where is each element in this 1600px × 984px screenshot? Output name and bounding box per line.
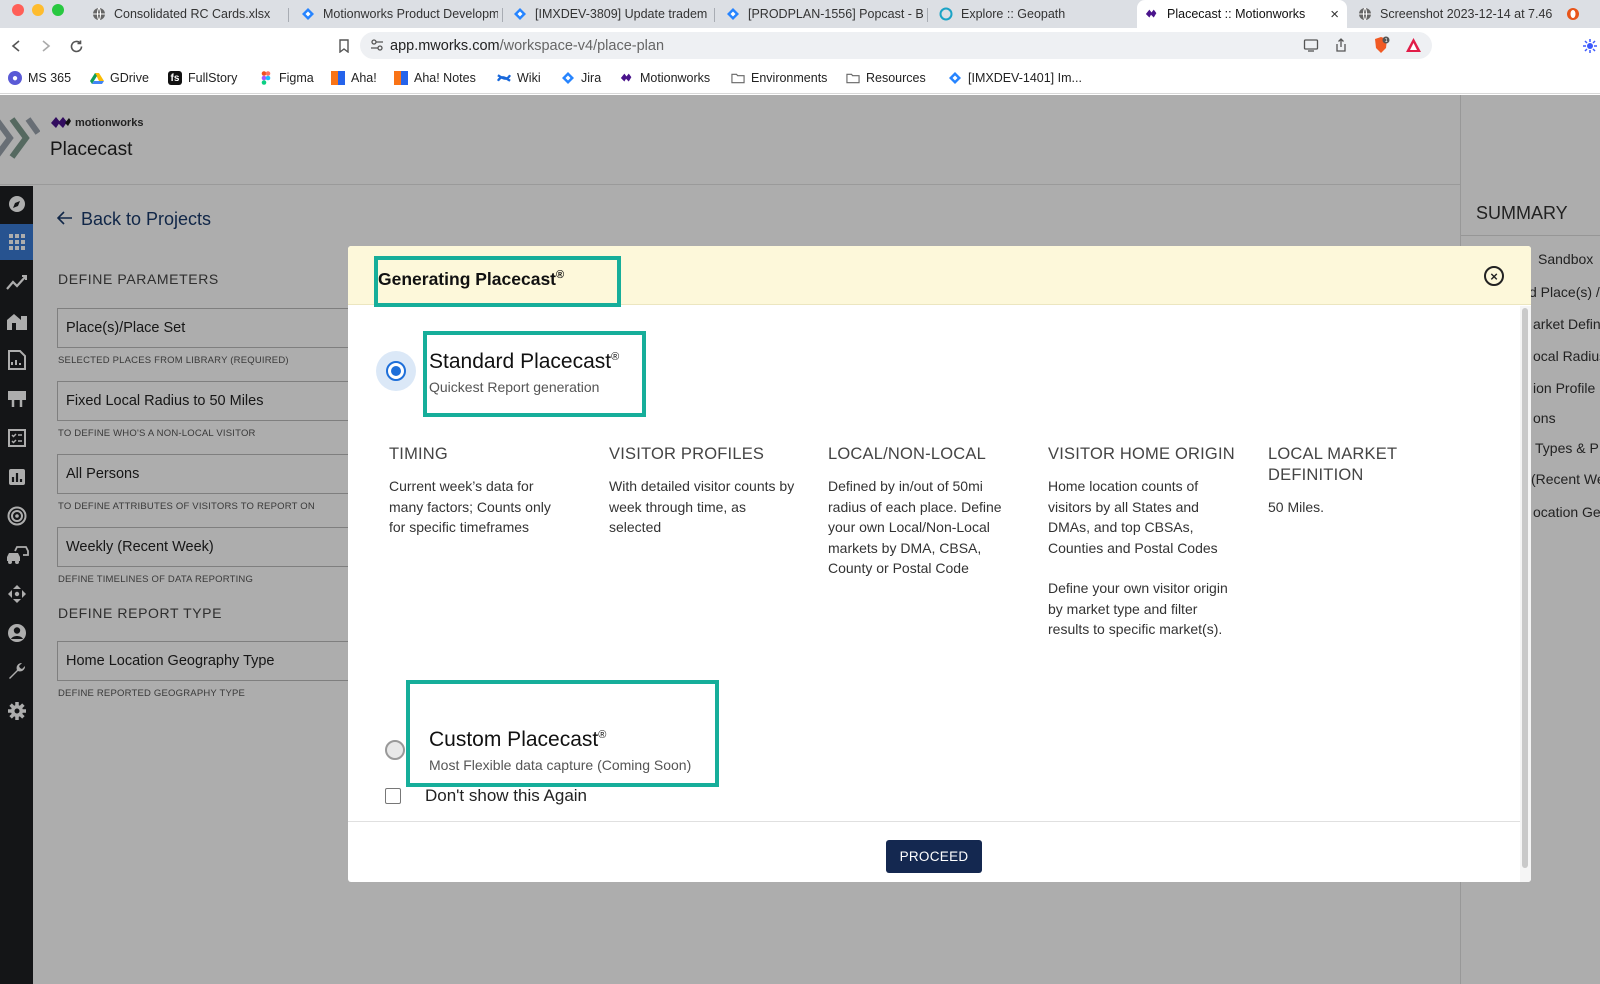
- column-body: With detailed visitor counts by week thr…: [609, 478, 795, 535]
- extensions-icon[interactable]: [1580, 36, 1600, 56]
- folder-icon: [731, 71, 745, 85]
- close-tab-icon[interactable]: ×: [1330, 6, 1339, 23]
- brave-rewards-icon[interactable]: [1405, 37, 1422, 56]
- ms365-icon: ●: [8, 71, 22, 85]
- folder-icon: [846, 71, 860, 85]
- url-text: app.mworks.com/workspace-v4/place-plan: [390, 37, 665, 54]
- bookmark-aha-notes[interactable]: Aha! Notes: [394, 71, 476, 85]
- window-zoom-dot[interactable]: [52, 4, 64, 16]
- column-body: Defined by in/out of 50mi radius of each…: [828, 478, 1002, 576]
- feature-column-local-nonlocal: LOCAL/NON-LOCAL Defined by in/out of 50m…: [828, 444, 1028, 579]
- annotation-highlight-title: [374, 256, 621, 307]
- opera-icon: [1566, 7, 1580, 21]
- standard-placecast-title: Standard Placecast®: [429, 350, 620, 373]
- column-body: Home location counts of visitors by all …: [1048, 478, 1218, 556]
- site-info-icon[interactable]: [370, 38, 384, 55]
- tab-label: Consolidated RC Cards.xlsx: [114, 7, 271, 21]
- reload-icon[interactable]: [66, 36, 86, 56]
- jira-icon: [561, 71, 575, 85]
- browser-tab-bar: Consolidated RC Cards.xlsx Motionworks P…: [0, 0, 1600, 28]
- standard-placecast-subtitle: Quickest Report generation: [429, 379, 600, 395]
- brave-shield-icon[interactable]: 1: [1372, 36, 1390, 57]
- cast-icon[interactable]: [1303, 38, 1319, 55]
- close-icon[interactable]: ×: [1484, 266, 1504, 286]
- motionworks-icon: [1145, 7, 1159, 21]
- feature-column-visitor-profiles: VISITOR PROFILES With detailed visitor c…: [609, 444, 809, 538]
- bookmarks-bar: ● MS 365 GDrive fs FullStory Figma Aha! …: [0, 64, 1600, 94]
- column-body: 50 Miles.: [1268, 499, 1325, 515]
- dont-show-again-label[interactable]: Don't show this Again: [425, 786, 587, 806]
- bookmark-folder-environments[interactable]: Environments: [731, 71, 827, 85]
- svg-text:1: 1: [1385, 38, 1388, 44]
- bookmark-aha[interactable]: Aha!: [331, 71, 377, 85]
- tab-label: Explore :: Geopath: [961, 7, 1066, 21]
- browser-tab-overflow[interactable]: [1558, 0, 1600, 28]
- bookmark-icon[interactable]: [334, 36, 354, 56]
- column-heading: LOCAL/NON-LOCAL: [828, 445, 986, 463]
- figma-icon: [259, 71, 273, 85]
- bookmark-imxdev-1401[interactable]: [IMXDEV-1401] Im...: [948, 71, 1082, 85]
- motionworks-icon: [620, 71, 634, 85]
- annotation-highlight-standard: [423, 331, 646, 417]
- dialog-scrollbar[interactable]: [1520, 306, 1531, 882]
- custom-placecast-title: Custom Placecast®: [429, 728, 607, 751]
- dont-show-again-checkbox[interactable]: [385, 788, 401, 804]
- browser-tab[interactable]: Consolidated RC Cards.xlsx: [84, 0, 284, 28]
- feature-column-visitor-home-origin: VISITOR HOME ORIGIN Home location counts…: [1048, 444, 1248, 640]
- standard-placecast-radio[interactable]: [386, 361, 406, 381]
- column-heading: LOCAL MARKET DEFINITION: [1268, 445, 1397, 484]
- bookmark-figma[interactable]: Figma: [259, 71, 314, 85]
- forward-nav-icon[interactable]: [36, 36, 56, 56]
- gdrive-icon: [90, 71, 104, 85]
- bookmark-wiki[interactable]: Wiki: [497, 71, 541, 85]
- globe-icon: [92, 7, 106, 21]
- column-heading: VISITOR HOME ORIGIN: [1048, 445, 1235, 463]
- browser-tab[interactable]: [PRODPLAN-1556] Popcast - B: [718, 0, 923, 28]
- browser-tab[interactable]: Screenshot 2023-12-14 at 7.46: [1350, 0, 1555, 28]
- custom-placecast-subtitle: Most Flexible data capture (Coming Soon): [429, 757, 692, 773]
- generating-placecast-dialog: Generating Placecast® × Standard Placeca…: [348, 246, 1531, 882]
- tab-label: [IMXDEV-3809] Update tradem: [535, 7, 708, 21]
- browser-tab[interactable]: [IMXDEV-3809] Update tradem: [505, 0, 710, 28]
- column-body: Current week’s data for many factors; Co…: [389, 478, 551, 535]
- window-close-dot[interactable]: [12, 4, 24, 16]
- tab-label: [PRODPLAN-1556] Popcast - B: [748, 7, 923, 21]
- custom-placecast-radio[interactable]: [385, 740, 405, 760]
- back-nav-icon[interactable]: [6, 36, 26, 56]
- bookmark-motionworks[interactable]: Motionworks: [620, 71, 710, 85]
- browser-tab-active[interactable]: Placecast :: Motionworks ×: [1137, 0, 1347, 28]
- bookmark-fullstory[interactable]: fs FullStory: [168, 71, 237, 85]
- jira-icon: [301, 7, 315, 21]
- proceed-button[interactable]: PROCEED: [886, 840, 982, 873]
- column-body-secondary: Define your own visitor origin by market…: [1048, 580, 1228, 637]
- fullstory-icon: fs: [168, 71, 182, 85]
- column-heading: VISITOR PROFILES: [609, 445, 765, 463]
- column-heading: TIMING: [389, 445, 448, 463]
- tab-label: Motionworks Product Developm: [323, 7, 498, 21]
- jira-icon: [726, 7, 740, 21]
- confluence-icon: [497, 71, 511, 85]
- browser-tab[interactable]: Explore :: Geopath: [931, 0, 1131, 28]
- tab-label: Screenshot 2023-12-14 at 7.46: [1380, 7, 1553, 21]
- jira-icon: [513, 7, 527, 21]
- globe-icon: [1358, 7, 1372, 21]
- address-bar[interactable]: app.mworks.com/workspace-v4/place-plan 1: [360, 32, 1432, 59]
- bookmark-jira[interactable]: Jira: [561, 71, 601, 85]
- window-minimize-dot[interactable]: [32, 4, 44, 16]
- feature-column-local-market-definition: LOCAL MARKET DEFINITION 50 Miles.: [1268, 444, 1468, 518]
- tab-label: Placecast :: Motionworks: [1167, 7, 1306, 21]
- browser-tab[interactable]: Motionworks Product Developm: [293, 0, 498, 28]
- share-icon[interactable]: [1334, 38, 1348, 56]
- bookmark-folder-resources[interactable]: Resources: [846, 71, 926, 85]
- geopath-icon: [939, 7, 953, 21]
- jira-icon: [948, 71, 962, 85]
- browser-toolbar: app.mworks.com/workspace-v4/place-plan 1: [0, 28, 1600, 64]
- feature-column-timing: TIMING Current week’s data for many fact…: [389, 444, 589, 538]
- aha-icon: [331, 71, 345, 85]
- aha-notes-icon: [394, 71, 408, 85]
- bookmark-ms365[interactable]: ● MS 365: [8, 71, 71, 85]
- bookmark-gdrive[interactable]: GDrive: [90, 71, 149, 85]
